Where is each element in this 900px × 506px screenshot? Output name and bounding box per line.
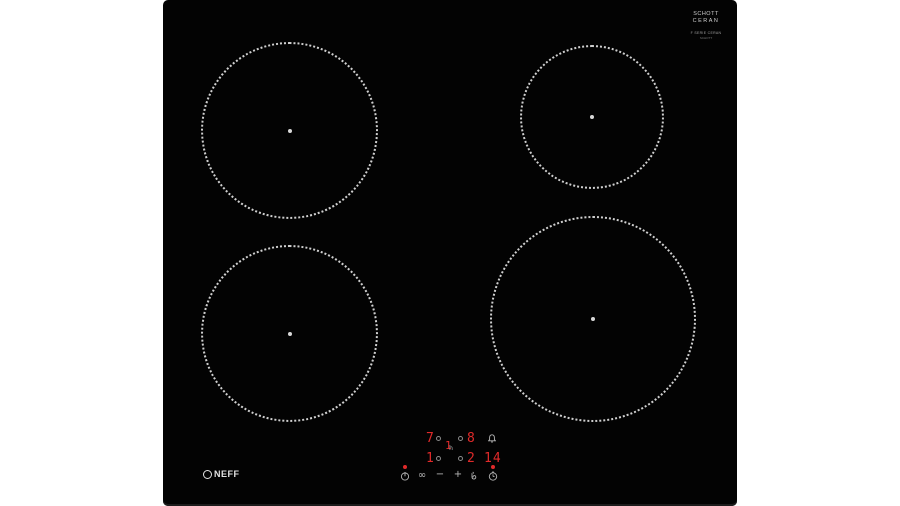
child-lock-icon[interactable]: [469, 471, 479, 481]
induction-hob-panel: SCHOTT CERAN F SERIE CERAN SCHOTT NEFF 7…: [163, 0, 737, 506]
cooking-zone-bottom-left[interactable]: [201, 245, 378, 422]
power-symbol-icon[interactable]: [400, 471, 410, 481]
minus-button[interactable]: −: [433, 470, 447, 480]
power-status-light: [403, 465, 407, 469]
zone-select-hint-label: h: [449, 445, 453, 452]
zone-select-indicator-lower-right[interactable]: [458, 456, 463, 461]
zone-select-indicator-lower-left[interactable]: [436, 456, 441, 461]
badge-line-3: F SERIE CERAN: [690, 31, 722, 35]
zone-select-indicator-upper-left[interactable]: [436, 436, 441, 441]
brand-logo-text: NEFF: [214, 469, 240, 479]
plus-button[interactable]: +: [451, 470, 465, 480]
bell-icon[interactable]: [488, 434, 496, 443]
zone-center-mark: [591, 317, 595, 321]
timer-display: 14: [484, 451, 502, 466]
zone-center-mark: [287, 128, 292, 133]
zone-center-mark: [590, 115, 594, 119]
display-zone-upper-right: 8: [467, 431, 475, 446]
infinity-symbol[interactable]: ∞: [415, 471, 429, 481]
timer-status-light: [491, 465, 495, 469]
brand-logo: NEFF: [203, 467, 240, 481]
badge-line-1: SCHOTT: [693, 11, 719, 17]
brand-logo-mark-icon: [203, 469, 212, 479]
badge-line-4: SCHOTT: [699, 35, 713, 40]
display-zone-upper-left: 7: [426, 431, 434, 446]
display-zone-lower-center: 2: [467, 451, 475, 466]
cooking-zone-bottom-right[interactable]: [490, 216, 696, 422]
glass-manufacturer-badge: SCHOTT CERAN F SERIE CERAN SCHOTT: [687, 11, 725, 40]
badge-line-2: CERAN: [692, 17, 720, 24]
display-zone-lower-left: 1: [426, 451, 434, 466]
zone-center-mark: [287, 331, 292, 336]
cooking-zone-top-right[interactable]: [520, 45, 664, 189]
cooking-zone-top-left[interactable]: [201, 42, 378, 219]
zone-select-indicator-upper-right[interactable]: [458, 436, 463, 441]
timer-icon[interactable]: [488, 471, 498, 481]
